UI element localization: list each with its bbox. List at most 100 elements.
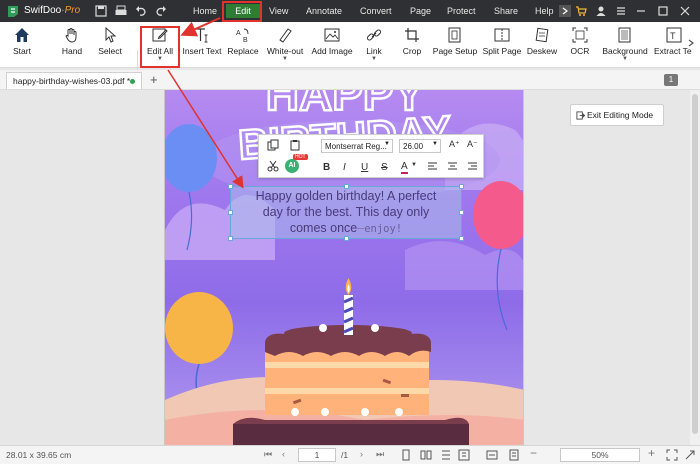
split-page-button[interactable]: Split Page [482, 24, 522, 68]
add-image-button[interactable]: Add Image [310, 24, 354, 68]
fit-page-icon[interactable] [508, 449, 520, 461]
paste-icon[interactable] [289, 139, 301, 151]
text-format-toolbar: Montserrat Reg... ▼ 26.00 ▼ A⁺ A⁻ AI HOT B… [258, 134, 484, 178]
page-size-label: 28.01 x 39.65 cm [6, 450, 72, 460]
menu-protect[interactable]: Protect [447, 6, 476, 16]
next-page-button[interactable]: › [360, 449, 363, 459]
resize-handle[interactable] [344, 236, 349, 241]
decrease-font-button[interactable]: A⁻ [467, 139, 478, 150]
zoom-out-button[interactable]: − [530, 446, 537, 460]
align-right-icon[interactable] [467, 161, 478, 172]
copy-icon[interactable] [267, 139, 279, 151]
exit-editing-mode-button[interactable]: Exit Editing Mode [570, 104, 664, 126]
font-size-select[interactable]: 26.00 ▼ [399, 139, 441, 153]
add-tab-button[interactable]: + [150, 72, 158, 87]
image-icon [324, 28, 340, 42]
replace-button[interactable]: AB Replace [226, 24, 260, 68]
redo-icon[interactable] [154, 4, 168, 18]
align-left-icon[interactable] [427, 161, 438, 172]
page-total-label: /1 [341, 450, 349, 460]
page-setup-button[interactable]: Page Setup [432, 24, 478, 68]
insert-text-button[interactable]: Insert Text [182, 24, 222, 68]
menu-icon[interactable] [614, 4, 628, 18]
background-button[interactable]: Background ▼ [602, 24, 648, 68]
prev-page-button[interactable]: ‹ [282, 449, 285, 459]
editable-text-box[interactable]: Happy golden birthday! A perfect day for… [228, 184, 464, 241]
document-tab-bar: happy-birthday-wishes-03.pdf * + 1 [0, 70, 700, 90]
start-button[interactable]: Start [6, 24, 38, 68]
background-icon [618, 27, 631, 43]
crop-button[interactable]: Crop [398, 24, 426, 68]
increase-font-button[interactable]: A⁺ [449, 139, 460, 150]
menu-page[interactable]: Page [410, 6, 431, 16]
italic-button[interactable]: I [343, 162, 346, 173]
title-bar: SwifDoo·Pro Home Edit View Annotate Conv… [0, 0, 700, 22]
fullscreen-icon[interactable] [666, 449, 678, 461]
text-line: day for the best. This day only [262, 205, 430, 219]
scroll-view-icon[interactable] [458, 449, 470, 461]
menu-view[interactable]: View [269, 6, 288, 16]
zoom-in-button[interactable]: + [648, 446, 655, 460]
print-icon[interactable] [114, 4, 128, 18]
resize-handle[interactable] [459, 236, 464, 241]
zoom-select[interactable]: 50% [560, 448, 640, 462]
split-page-icon [494, 28, 510, 42]
resize-handle[interactable] [228, 210, 233, 215]
save-icon[interactable] [94, 4, 108, 18]
font-family-select[interactable]: Montserrat Reg... ▼ [321, 139, 393, 153]
chevron-right-icon[interactable] [686, 38, 696, 48]
menu-help[interactable]: Help [535, 6, 554, 16]
app-name: SwifDoo·Pro [24, 5, 81, 16]
two-page-icon[interactable] [420, 449, 432, 461]
hand-button[interactable]: Hand [56, 24, 88, 68]
resize-handle[interactable] [459, 210, 464, 215]
undo-icon[interactable] [134, 4, 148, 18]
text-color-button[interactable]: A [401, 162, 408, 174]
align-center-icon[interactable] [447, 161, 458, 172]
text-line-part: comes once [289, 221, 358, 235]
chevron-down-icon: ▼ [622, 56, 628, 62]
continuous-icon[interactable] [440, 449, 452, 461]
account-icon[interactable] [594, 4, 608, 18]
underline-button[interactable]: U [361, 162, 368, 173]
page-number-input[interactable]: 1 [298, 448, 336, 462]
expand-icon[interactable] [684, 449, 696, 461]
ocr-button[interactable]: OCR [566, 24, 594, 68]
cut-icon[interactable] [267, 160, 279, 172]
menu-share[interactable]: Share [494, 6, 518, 16]
link-icon [366, 29, 382, 41]
close-icon[interactable] [678, 4, 692, 18]
select-button[interactable]: Select [94, 24, 126, 68]
chevron-down-icon[interactable]: ▼ [411, 162, 417, 168]
link-button[interactable]: Link ▼ [360, 24, 388, 68]
ai-assistant-button[interactable]: AI [285, 159, 299, 173]
last-page-button[interactable]: ⏭ [376, 449, 384, 460]
single-page-icon[interactable] [400, 449, 412, 461]
resize-handle[interactable] [228, 236, 233, 241]
page-count-badge: 1 [664, 74, 678, 86]
resize-handle[interactable] [344, 184, 349, 189]
vertical-scrollbar[interactable] [690, 90, 700, 445]
deskew-button[interactable]: Deskew [526, 24, 558, 68]
maximize-icon[interactable] [656, 4, 670, 18]
white-out-button[interactable]: White-out ▼ [264, 24, 306, 68]
replace-icon: AB [236, 28, 249, 44]
resize-handle[interactable] [459, 184, 464, 189]
document-tab[interactable]: happy-birthday-wishes-03.pdf * [6, 72, 142, 89]
menu-convert[interactable]: Convert [360, 6, 392, 16]
svg-text:A: A [236, 30, 241, 37]
chevron-down-icon: ▼ [384, 141, 390, 147]
edit-all-highlight [140, 26, 180, 68]
menu-home[interactable]: Home [193, 6, 217, 16]
bold-button[interactable]: B [323, 162, 330, 173]
cart-icon[interactable] [574, 4, 588, 18]
resize-handle[interactable] [228, 184, 233, 189]
menu-annotate[interactable]: Annotate [306, 6, 342, 16]
ribbon-toolbar: Start Hand Select Edit All ▼ Insert Text… [0, 22, 700, 84]
chevron-right-icon[interactable] [558, 4, 572, 18]
fit-width-icon[interactable] [486, 449, 498, 461]
first-page-button[interactable]: ⏮ [264, 449, 272, 460]
minimize-icon[interactable] [634, 4, 648, 18]
scrollbar-thumb[interactable] [692, 94, 698, 434]
strikethrough-button[interactable]: S [381, 162, 388, 173]
